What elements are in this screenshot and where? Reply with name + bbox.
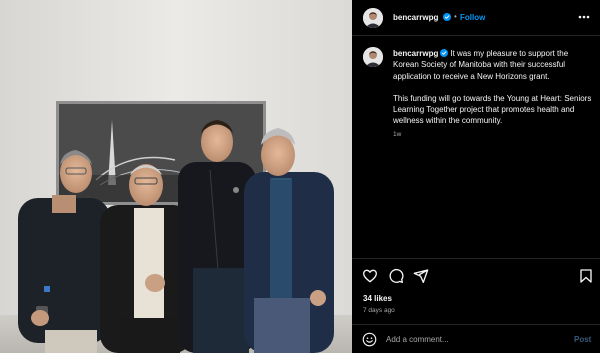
post-side-panel: bencarrwpg • Follow bencarrwpg It was my … <box>352 0 600 353</box>
post-comment-button[interactable]: Post <box>574 335 591 344</box>
post-photo-image <box>0 0 352 353</box>
comment-input[interactable] <box>386 333 546 346</box>
caption-text-2: This funding will go towards the Young a… <box>393 93 592 126</box>
smiley-face-icon[interactable] <box>362 332 377 347</box>
more-options-icon[interactable] <box>577 10 591 24</box>
follow-button[interactable]: Follow <box>460 13 485 22</box>
post-actions-bar <box>352 258 600 290</box>
verified-badge-icon <box>443 13 451 21</box>
caption-author-avatar[interactable] <box>363 47 383 67</box>
comment-bar: Post <box>352 324 600 353</box>
likes-count[interactable]: 34 likes <box>363 294 392 303</box>
caption-timestamp[interactable]: 1w <box>393 131 401 138</box>
comment-bubble-icon[interactable] <box>388 268 404 284</box>
post-header: bencarrwpg • Follow <box>352 0 600 36</box>
caption-username[interactable]: bencarrwpg <box>393 49 438 58</box>
post-date[interactable]: 7 days ago <box>363 307 395 314</box>
caption-verified-icon <box>440 49 449 57</box>
header-separator: • <box>454 12 457 21</box>
author-username[interactable]: bencarrwpg <box>393 13 438 22</box>
author-avatar[interactable] <box>363 8 383 28</box>
post-caption: bencarrwpg It was my pleasure to support … <box>393 48 593 127</box>
heart-icon[interactable] <box>362 268 378 284</box>
post-caption-area: bencarrwpg It was my pleasure to support … <box>352 37 600 257</box>
bookmark-icon[interactable] <box>578 268 594 284</box>
post-photo[interactable] <box>0 0 352 353</box>
send-paper-plane-icon[interactable] <box>413 268 429 284</box>
